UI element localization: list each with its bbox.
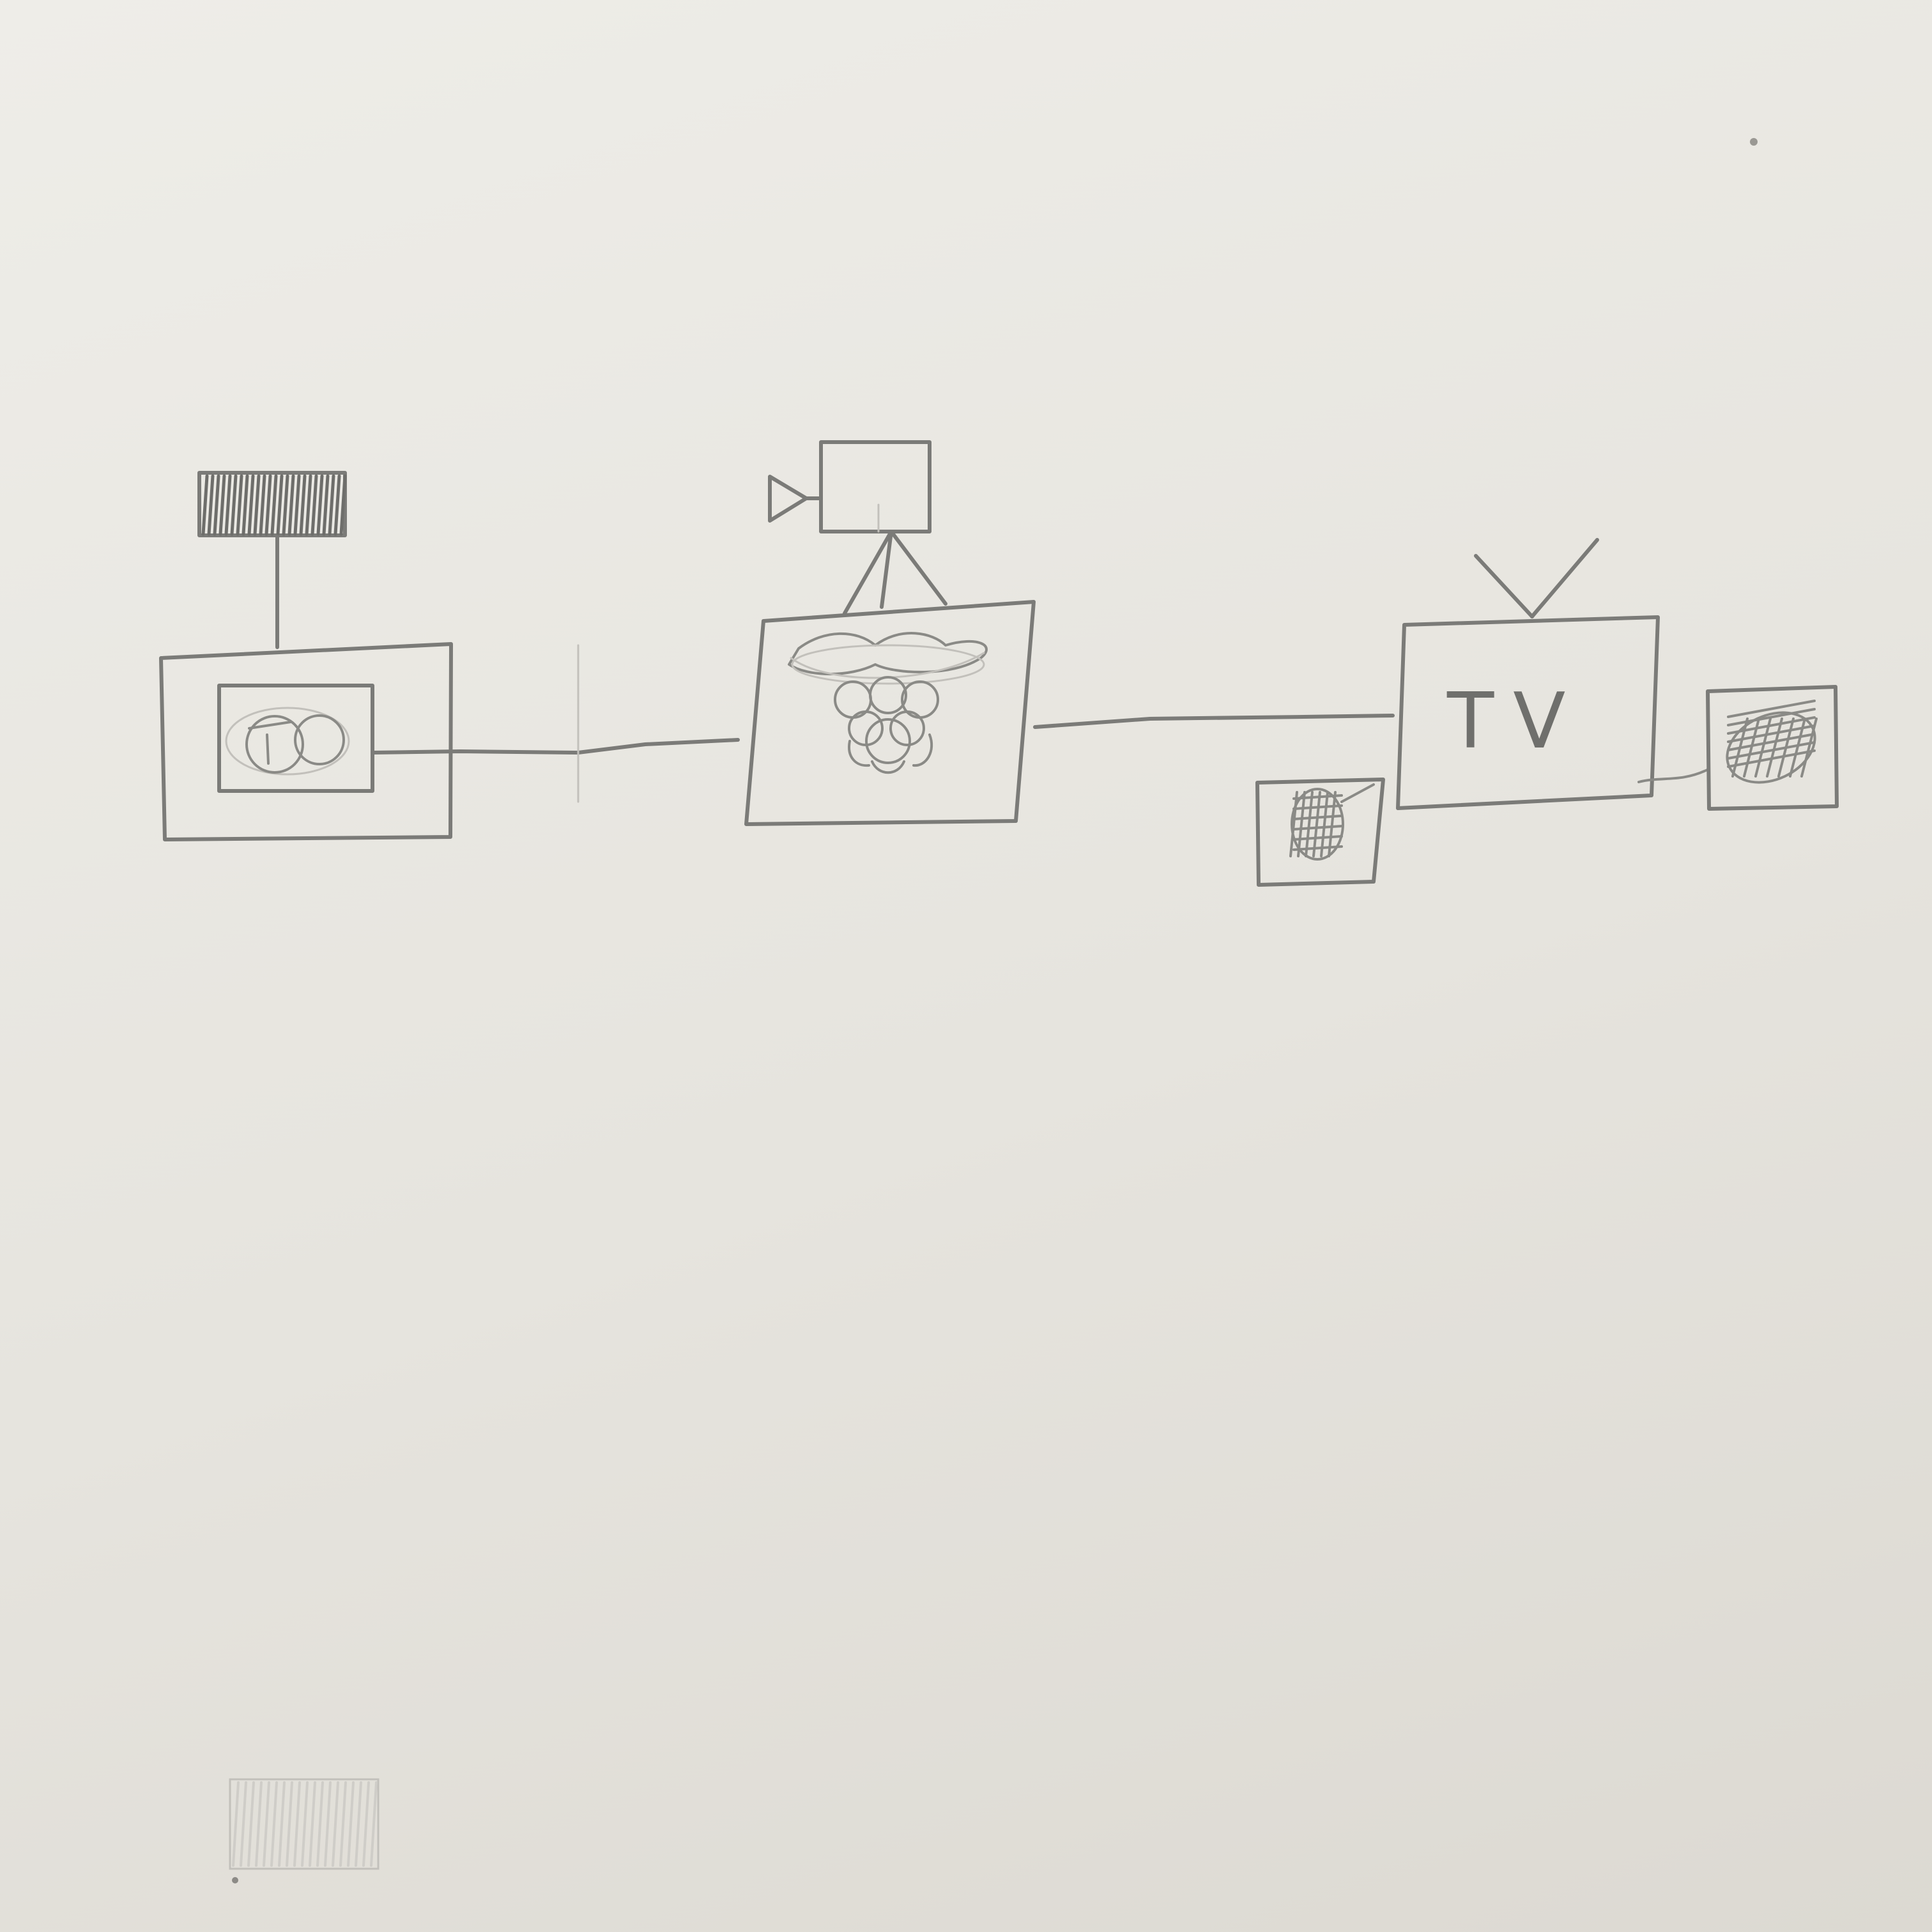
camera-icon [768,440,931,533]
hatch-stroke [293,474,301,536]
hatch-stroke [316,474,324,536]
hatch-stroke [299,474,307,536]
hatch-stroke [232,1781,240,1867]
hatch-stroke [316,1781,324,1867]
hatch-stroke [305,474,312,536]
hatch-stroke [247,1781,255,1867]
hatch-stroke [230,474,238,536]
antenna-icon [197,471,347,649]
hatch-stroke [218,474,226,536]
hatch-stroke [288,474,295,536]
hatch-stroke [309,1781,316,1867]
hatch-stroke [370,1781,378,1867]
hatch-stroke [264,474,272,536]
hatch-stroke [324,1781,332,1867]
erased-sketch [229,1778,379,1870]
hatch-stroke [247,474,255,536]
hatch-stroke [301,1781,309,1867]
hatch-stroke [207,474,215,536]
hatch-stroke [213,474,220,536]
hatch-stroke [270,1781,278,1867]
left-speaker-icon [1255,778,1385,887]
receiver-box [159,642,453,841]
hand-drawn-diagram: TV [159,138,1839,1883]
hatch-stroke [270,474,278,536]
glasses-icon [245,714,345,774]
hatch-stroke [276,474,284,536]
hatch-stroke [201,474,209,536]
tv-box: TV [1396,615,1660,810]
right-speaker-icon [1706,685,1839,811]
hatch-stroke [224,474,232,536]
hatch-stroke [240,1781,247,1867]
hatch-stroke [286,1781,293,1867]
cable-receiver-to-pi [371,644,740,803]
hatch-stroke [241,474,249,536]
paper-speck [1750,138,1758,146]
hatch-stroke [332,1781,339,1867]
hatch-stroke [282,474,289,536]
hatch-stroke [259,474,266,536]
camera-mount [843,530,947,615]
hatch-stroke [355,1781,362,1867]
hatch-stroke [255,1781,263,1867]
hatch-stroke [310,474,318,536]
raspberry-logo-icon [788,632,988,774]
tv-to-speaker-cable [1637,769,1708,783]
paper-speck [232,1877,238,1883]
hatch-stroke [328,474,335,536]
hatch-stroke [334,474,341,536]
hatch-stroke [263,1781,270,1867]
tv-antenna-icon [1474,538,1599,618]
hatch-stroke [1305,791,1314,857]
hatch-stroke [1297,791,1306,857]
hatch-stroke [236,474,243,536]
cable-pi-to-tv [1033,714,1395,729]
hatch-stroke [278,1781,286,1867]
hatch-stroke [322,474,330,536]
hatch-stroke [1312,791,1321,857]
hatch-stroke [347,1781,355,1867]
hatch-stroke [253,474,261,536]
hatch-stroke [339,1781,347,1867]
tv-label: TV [1446,677,1584,766]
hatch-stroke [293,1781,301,1867]
hatch-stroke [362,1781,370,1867]
